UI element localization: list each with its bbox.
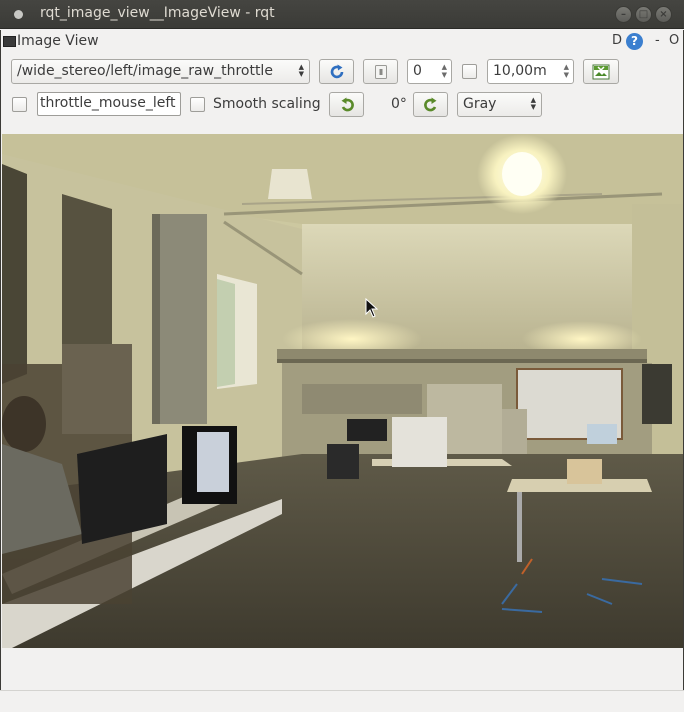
spin-box-value: 0 [413,63,422,79]
save-image-icon [592,64,610,79]
status-bar [0,690,684,712]
dock-title: Image View [17,33,99,49]
chevron-updown-icon: ▲ ▼ [298,63,304,78]
refresh-icon [330,64,343,78]
window-titlebar[interactable]: rqt_image_view__ImageView - rqt – □ × [0,0,684,29]
window-controls: – □ × [615,6,672,23]
depth-checkbox[interactable] [462,64,477,79]
color-scheme-select[interactable]: Gray ▲ ▼ [457,92,542,117]
rotate-right-icon [423,97,436,111]
save-image-button[interactable] [583,59,619,84]
maximize-window-button[interactable]: □ [635,6,652,23]
rotate-left-icon [341,97,354,111]
refresh-topics-button[interactable] [319,59,354,84]
zoom-1-icon [374,64,387,79]
depth-spin-box[interactable]: 10,00m ▲ ▼ [487,59,574,84]
minimize-window-button[interactable]: – [615,6,632,23]
window-frame-left [0,30,1,712]
dock-minimize-button[interactable]: - [655,33,660,48]
mouse-publish-checkbox[interactable] [12,97,27,112]
dock-header[interactable]: Image View D ? - O [0,30,684,54]
close-window-button[interactable]: × [655,6,672,23]
depth-value: 10,00m [493,63,547,79]
mouse-topic-input[interactable]: throttle_mouse_left [37,92,181,116]
rotation-label: 0° [391,96,407,112]
window-title: rqt_image_view__ImageView - rqt [40,5,275,21]
smooth-scaling-checkbox[interactable] [190,97,205,112]
app-menu-icon[interactable] [14,10,23,19]
depth-spin-arrows-icon[interactable]: ▲ ▼ [564,63,569,79]
topic-select-value: /wide_stereo/left/image_raw_throttle [17,63,273,79]
zoom-1-button[interactable] [363,59,398,84]
smooth-scaling-label: Smooth scaling [213,96,321,112]
mouse-cursor-icon [365,298,379,318]
chevron-updown-icon: ▲ ▼ [530,96,536,111]
dock-widget-icon [3,36,16,47]
spin-box[interactable]: 0 ▲ ▼ [407,59,452,84]
spin-arrows-icon[interactable]: ▲ ▼ [442,63,447,79]
mouse-topic-value: throttle_mouse_left [40,95,176,111]
dock-close-button[interactable]: O [669,33,679,48]
image-view[interactable] [2,134,683,648]
camera-image [2,134,683,648]
topic-select[interactable]: /wide_stereo/left/image_raw_throttle ▲ ▼ [11,59,310,84]
dock-debug-button[interactable]: D [612,33,622,48]
help-icon[interactable]: ? [626,33,643,50]
rotate-right-button[interactable] [413,92,448,117]
rotate-left-button[interactable] [329,92,364,117]
color-scheme-value: Gray [463,96,497,112]
